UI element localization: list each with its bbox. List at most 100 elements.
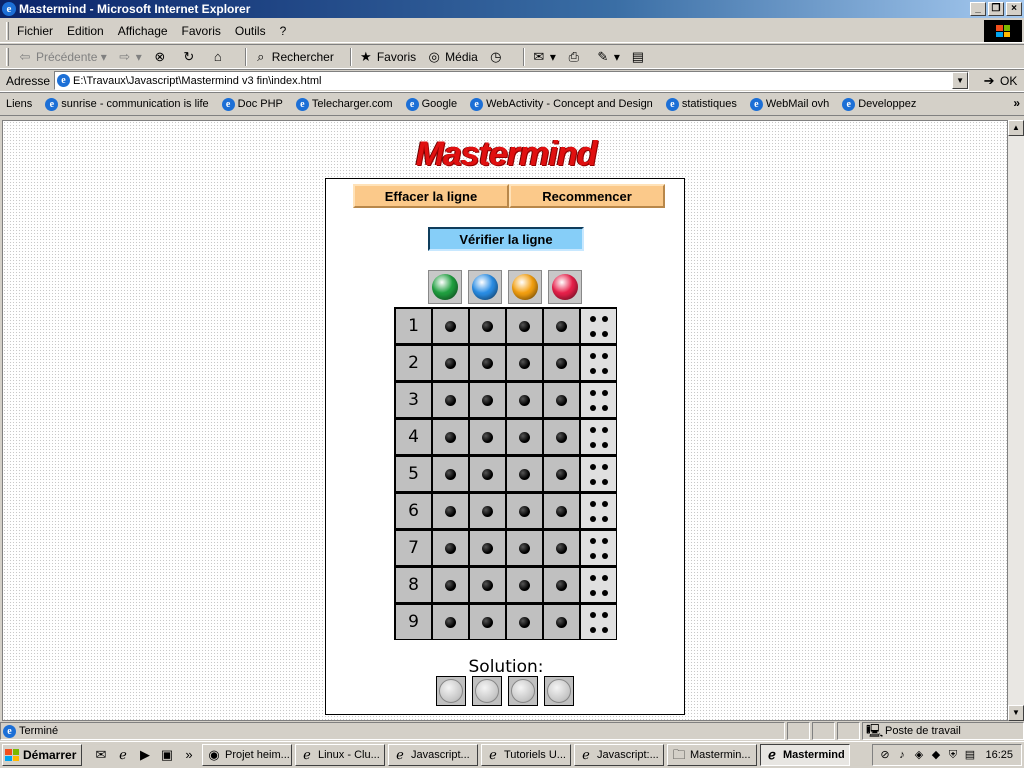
- stop-button[interactable]: ⊗: [152, 49, 171, 65]
- peg-slot[interactable]: [506, 419, 543, 455]
- media-player-icon[interactable]: ▶: [136, 746, 154, 764]
- menu-favoris[interactable]: Favoris: [182, 24, 221, 38]
- task-projet[interactable]: ◉ Projet heim...: [202, 744, 292, 766]
- clear-line-button[interactable]: Effacer la ligne: [353, 184, 509, 208]
- tray-volume-icon[interactable]: ♪: [894, 747, 910, 763]
- peg-slot[interactable]: [506, 382, 543, 418]
- peg-slot[interactable]: [543, 604, 580, 640]
- maximize-button[interactable]: ❐: [988, 2, 1004, 16]
- peg-slot[interactable]: [469, 493, 506, 529]
- link-statistiques[interactable]: e statistiques: [665, 97, 737, 111]
- peg-slot[interactable]: [543, 308, 580, 344]
- peg-slot[interactable]: [432, 419, 469, 455]
- media-button[interactable]: ◎ Média: [426, 49, 477, 65]
- peg-slot[interactable]: [506, 604, 543, 640]
- peg-slot[interactable]: [543, 567, 580, 603]
- desktop-icon[interactable]: ▣: [158, 746, 176, 764]
- peg-slot[interactable]: [506, 345, 543, 381]
- task-tutoriels[interactable]: ℯ Tutoriels U...: [481, 744, 571, 766]
- peg-slot[interactable]: [543, 382, 580, 418]
- palette-slot[interactable]: [548, 270, 582, 304]
- edit-button[interactable]: ✎ ▾: [595, 49, 619, 65]
- peg-slot[interactable]: [543, 530, 580, 566]
- menu-affichage[interactable]: Affichage: [118, 24, 168, 38]
- scroll-up-button[interactable]: ▲: [1008, 120, 1024, 136]
- peg-slot[interactable]: [506, 493, 543, 529]
- peg-slot[interactable]: [506, 456, 543, 492]
- peg-slot[interactable]: [469, 308, 506, 344]
- title-bar[interactable]: e Mastermind - Microsoft Internet Explor…: [0, 0, 1024, 18]
- link-google[interactable]: e Google: [405, 97, 457, 111]
- task-mastermind-folder[interactable]: 🗀 Mastermin...: [667, 744, 757, 766]
- links-more-chevron-icon[interactable]: »: [1013, 96, 1020, 110]
- menu-outils[interactable]: Outils: [235, 24, 266, 38]
- refresh-button[interactable]: ↻: [181, 49, 200, 65]
- palette-slot[interactable]: [468, 270, 502, 304]
- peg-slot[interactable]: [506, 567, 543, 603]
- address-dropdown-button[interactable]: ▼: [952, 72, 969, 89]
- favorites-button[interactable]: ★ Favoris: [358, 49, 416, 65]
- history-button[interactable]: ◷: [488, 49, 507, 65]
- peg-slot[interactable]: [432, 604, 469, 640]
- outlook-icon[interactable]: ✉: [92, 746, 110, 764]
- task-linux[interactable]: ℯ Linux - Clu...: [295, 744, 385, 766]
- task-mastermind[interactable]: ℯ Mastermind: [760, 744, 850, 766]
- peg-slot[interactable]: [543, 456, 580, 492]
- peg-slot[interactable]: [543, 345, 580, 381]
- task-javascript-2[interactable]: ℯ Javascript:...: [574, 744, 664, 766]
- discuss-button[interactable]: ▤: [630, 49, 649, 65]
- peg-slot[interactable]: [469, 419, 506, 455]
- home-button[interactable]: ⌂: [210, 49, 229, 65]
- link-sunrise[interactable]: e sunrise - communication is life: [45, 97, 209, 111]
- menu-fichier[interactable]: Fichier: [17, 24, 53, 38]
- menu-edition[interactable]: Edition: [67, 24, 104, 38]
- palette-slot[interactable]: [428, 270, 462, 304]
- peg-slot[interactable]: [469, 456, 506, 492]
- peg-slot[interactable]: [469, 567, 506, 603]
- peg-slot[interactable]: [432, 493, 469, 529]
- peg-slot[interactable]: [469, 345, 506, 381]
- go-button[interactable]: ➔ OK: [981, 73, 1018, 89]
- address-input[interactable]: e E:\Travaux\Javascript\Mastermind v3 fi…: [54, 71, 970, 90]
- forward-button[interactable]: ⇨ ▾: [117, 49, 141, 65]
- task-javascript-1[interactable]: ℯ Javascript...: [388, 744, 478, 766]
- ie-icon[interactable]: ℯ: [114, 746, 132, 764]
- close-button[interactable]: ×: [1006, 2, 1022, 16]
- minimize-button[interactable]: _: [970, 2, 986, 16]
- peg-slot[interactable]: [432, 382, 469, 418]
- peg-slot[interactable]: [543, 493, 580, 529]
- peg-slot[interactable]: [543, 419, 580, 455]
- peg-slot[interactable]: [432, 567, 469, 603]
- link-webactivity[interactable]: e WebActivity - Concept and Design: [470, 97, 653, 111]
- peg-slot[interactable]: [432, 530, 469, 566]
- verify-line-button[interactable]: Vérifier la ligne: [428, 227, 584, 251]
- peg-slot[interactable]: [469, 604, 506, 640]
- link-doc-php[interactable]: e Doc PHP: [221, 97, 283, 111]
- print-button[interactable]: ⎙: [566, 49, 585, 65]
- start-button[interactable]: Démarrer: [2, 744, 82, 766]
- peg-slot[interactable]: [432, 456, 469, 492]
- palette-slot[interactable]: [508, 270, 542, 304]
- peg-slot[interactable]: [469, 530, 506, 566]
- peg-slot[interactable]: [506, 530, 543, 566]
- tray-network-icon[interactable]: ◈: [911, 747, 927, 763]
- vertical-scrollbar[interactable]: ▲ ▼: [1008, 120, 1024, 721]
- link-developpez[interactable]: e Developpez: [842, 97, 916, 111]
- peg-slot[interactable]: [506, 308, 543, 344]
- menu-help[interactable]: ?: [280, 24, 287, 38]
- peg-slot[interactable]: [432, 345, 469, 381]
- tray-app-icon[interactable]: ◆: [928, 747, 944, 763]
- tray-no-entry-icon[interactable]: ⊘: [877, 747, 893, 763]
- peg-slot[interactable]: [432, 308, 469, 344]
- search-button[interactable]: ⌕ Rechercher: [253, 49, 334, 65]
- back-button[interactable]: ⇦ Précédente ▾: [17, 49, 107, 65]
- link-telecharger[interactable]: e Telecharger.com: [295, 97, 393, 111]
- tray-shield-icon[interactable]: ⛨: [945, 747, 961, 763]
- scroll-down-button[interactable]: ▼: [1008, 705, 1024, 721]
- restart-button[interactable]: Recommencer: [509, 184, 665, 208]
- peg-slot[interactable]: [469, 382, 506, 418]
- mail-button[interactable]: ✉ ▾: [531, 49, 555, 65]
- quick-launch-more-icon[interactable]: »: [180, 746, 198, 764]
- tray-computer-icon[interactable]: ▤: [962, 747, 978, 763]
- link-webmail[interactable]: e WebMail ovh: [749, 97, 829, 111]
